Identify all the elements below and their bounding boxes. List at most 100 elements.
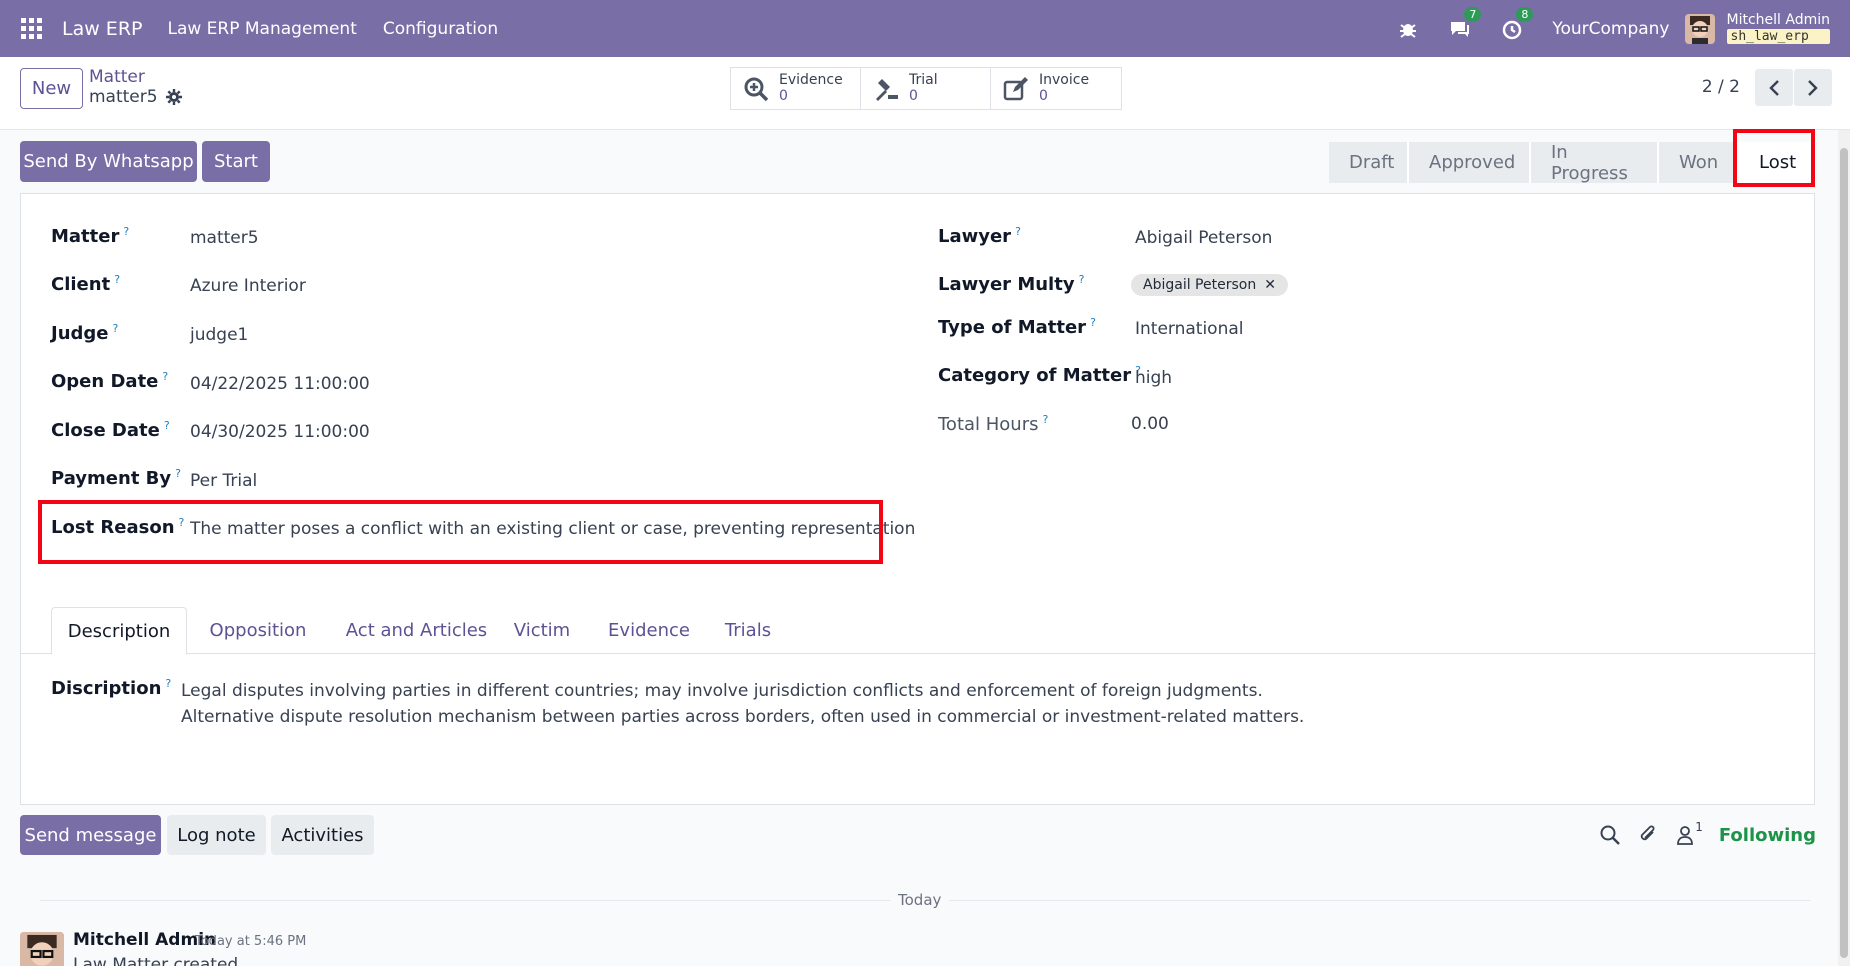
label-lawyer-multy: Lawyer Multy? [938, 273, 1085, 295]
followers-button[interactable]: 1 [1675, 820, 1703, 846]
value-category-of-matter[interactable]: high [1135, 368, 1172, 388]
invoice-label: Invoice [1039, 72, 1090, 89]
form-statusbar: Send By Whatsapp Start Draft Approved In… [0, 130, 1850, 193]
breadcrumb: Matter matter5 [89, 67, 182, 108]
stage-draft[interactable]: Draft [1329, 142, 1409, 183]
tab-victim[interactable]: Victim [501, 607, 583, 654]
chatter-toolbar: Send message Log note Activities 1 Follo… [0, 815, 1850, 855]
tab-act-and-articles[interactable]: Act and Articles [329, 607, 504, 654]
stage-lost[interactable]: Lost [1739, 142, 1816, 183]
following-button[interactable]: Following [1719, 825, 1816, 846]
company-switcher[interactable]: YourCompany [1552, 19, 1669, 39]
label-type-of-matter: Type of Matter? [938, 316, 1096, 338]
database-name: sh_law_erp [1726, 28, 1830, 45]
breadcrumb-current: matter5 [89, 86, 158, 107]
new-button[interactable]: New [20, 68, 83, 109]
label-judge: Judge? [51, 322, 119, 344]
notebook-tabs: Description Opposition Act and Articles … [21, 607, 1816, 655]
smart-buttons: Evidence 0 Trial 0 Invoice 0 [730, 67, 1122, 110]
activity-badge: 8 [1516, 6, 1534, 22]
user-avatar[interactable] [1684, 13, 1715, 44]
bug-icon[interactable] [1396, 17, 1420, 41]
stage-in-progress[interactable]: In Progress [1531, 142, 1659, 184]
description-line-2[interactable]: Alternative dispute resolution mechanism… [181, 707, 1304, 727]
value-open-date[interactable]: 04/22/2025 11:00:00 [190, 374, 370, 394]
chat-badge: 7 [1464, 6, 1482, 22]
tab-trials[interactable]: Trials [706, 607, 790, 654]
user-icon [1677, 826, 1694, 845]
top-navbar: Law ERP Law ERP Management Configuration… [0, 0, 1850, 57]
pager-previous-button[interactable] [1755, 69, 1793, 106]
tab-opposition[interactable]: Opposition [195, 607, 321, 654]
search-plus-icon [744, 77, 769, 101]
menu-configuration[interactable]: Configuration [383, 19, 498, 39]
pager-next-button[interactable] [1794, 69, 1832, 106]
app-name[interactable]: Law ERP [62, 18, 142, 40]
evidence-label: Evidence [779, 72, 843, 89]
label-client: Client? [51, 273, 121, 295]
chat-icon[interactable]: 7 [1448, 6, 1482, 41]
breadcrumb-current-wrap: matter5 [89, 86, 182, 108]
label-payment-by: Payment By? [51, 467, 181, 489]
pager-value[interactable]: 2 / 2 [1702, 77, 1740, 97]
value-payment-by[interactable]: Per Trial [190, 471, 257, 491]
tab-evidence[interactable]: Evidence [589, 607, 709, 654]
value-lawyer[interactable]: Abigail Peterson [1135, 228, 1272, 248]
trial-label: Trial [909, 72, 938, 89]
log-note-button[interactable]: Log note [167, 815, 266, 855]
stage-approved[interactable]: Approved [1409, 142, 1531, 183]
follower-count: 1 [1695, 820, 1703, 834]
control-panel: New Matter matter5 Evidence 0 Trial 0 Invo… [0, 57, 1850, 130]
label-lawyer: Lawyer? [938, 225, 1021, 247]
activity-clock-icon[interactable]: 8 [1500, 6, 1534, 41]
page-scrollbar-thumb[interactable] [1840, 148, 1848, 958]
tab-description[interactable]: Description [51, 607, 187, 655]
message-timestamp: Today at 5:46 PM [195, 934, 307, 949]
start-button[interactable]: Start [202, 141, 270, 182]
search-icon[interactable] [1599, 824, 1621, 846]
paperclip-icon[interactable] [1637, 824, 1659, 846]
value-lost-reason[interactable]: The matter poses a conflict with an exis… [190, 519, 915, 539]
tag-remove-icon[interactable]: ✕ [1264, 277, 1276, 293]
evidence-count: 0 [779, 87, 788, 104]
label-discription: Discription? [51, 677, 172, 699]
value-client[interactable]: Azure Interior [190, 276, 306, 296]
gavel-icon [876, 78, 898, 101]
value-matter[interactable]: matter5 [190, 228, 259, 248]
gear-icon[interactable] [165, 89, 182, 106]
label-matter: Matter? [51, 225, 130, 247]
menu-law-erp-management[interactable]: Law ERP Management [167, 19, 356, 39]
label-total-hours: Total Hours? [938, 413, 1049, 435]
activities-button[interactable]: Activities [271, 815, 374, 855]
value-close-date[interactable]: 04/30/2025 11:00:00 [190, 422, 370, 442]
user-menu[interactable]: Mitchell Admin sh_law_erp [1726, 11, 1831, 45]
chatter-topbar-right: 1 Following [1599, 815, 1816, 855]
value-total-hours: 0.00 [1131, 414, 1169, 434]
invoice-count: 0 [1039, 87, 1048, 104]
label-lost-reason: Lost Reason? [51, 516, 185, 538]
trial-smart-button[interactable]: Trial 0 [861, 68, 991, 109]
label-category-of-matter: Category of Matter? [938, 364, 1141, 386]
evidence-smart-button[interactable]: Evidence 0 [731, 68, 861, 109]
send-by-whatsapp-button[interactable]: Send By Whatsapp [20, 141, 197, 182]
value-judge[interactable]: judge1 [190, 325, 248, 345]
label-open-date: Open Date? [51, 370, 169, 392]
user-name: Mitchell Admin [1726, 11, 1831, 28]
trial-count: 0 [909, 87, 918, 104]
label-close-date: Close Date? [51, 419, 170, 441]
lawyer-multy-tag[interactable]: Abigail Peterson ✕ [1131, 274, 1288, 296]
invoice-smart-button[interactable]: Invoice 0 [991, 68, 1121, 109]
chevron-right-icon [1808, 79, 1818, 96]
apps-menu-icon[interactable] [21, 17, 43, 40]
stage-won[interactable]: Won [1659, 142, 1739, 183]
chevron-left-icon [1769, 79, 1779, 96]
breadcrumb-parent[interactable]: Matter [89, 67, 182, 88]
message-author-avatar[interactable] [20, 932, 64, 966]
date-separator-label: Today [890, 891, 950, 909]
message-body: Law Matter created [73, 955, 239, 966]
status-pipeline: Draft Approved In Progress Won Lost [1329, 142, 1816, 184]
description-line-1[interactable]: Legal disputes involving parties in diff… [181, 681, 1263, 701]
form-sheet: Matter? matter5 Client? Azure Interior J… [20, 193, 1816, 805]
value-type-of-matter[interactable]: International [1135, 319, 1244, 339]
send-message-button[interactable]: Send message [20, 815, 161, 855]
